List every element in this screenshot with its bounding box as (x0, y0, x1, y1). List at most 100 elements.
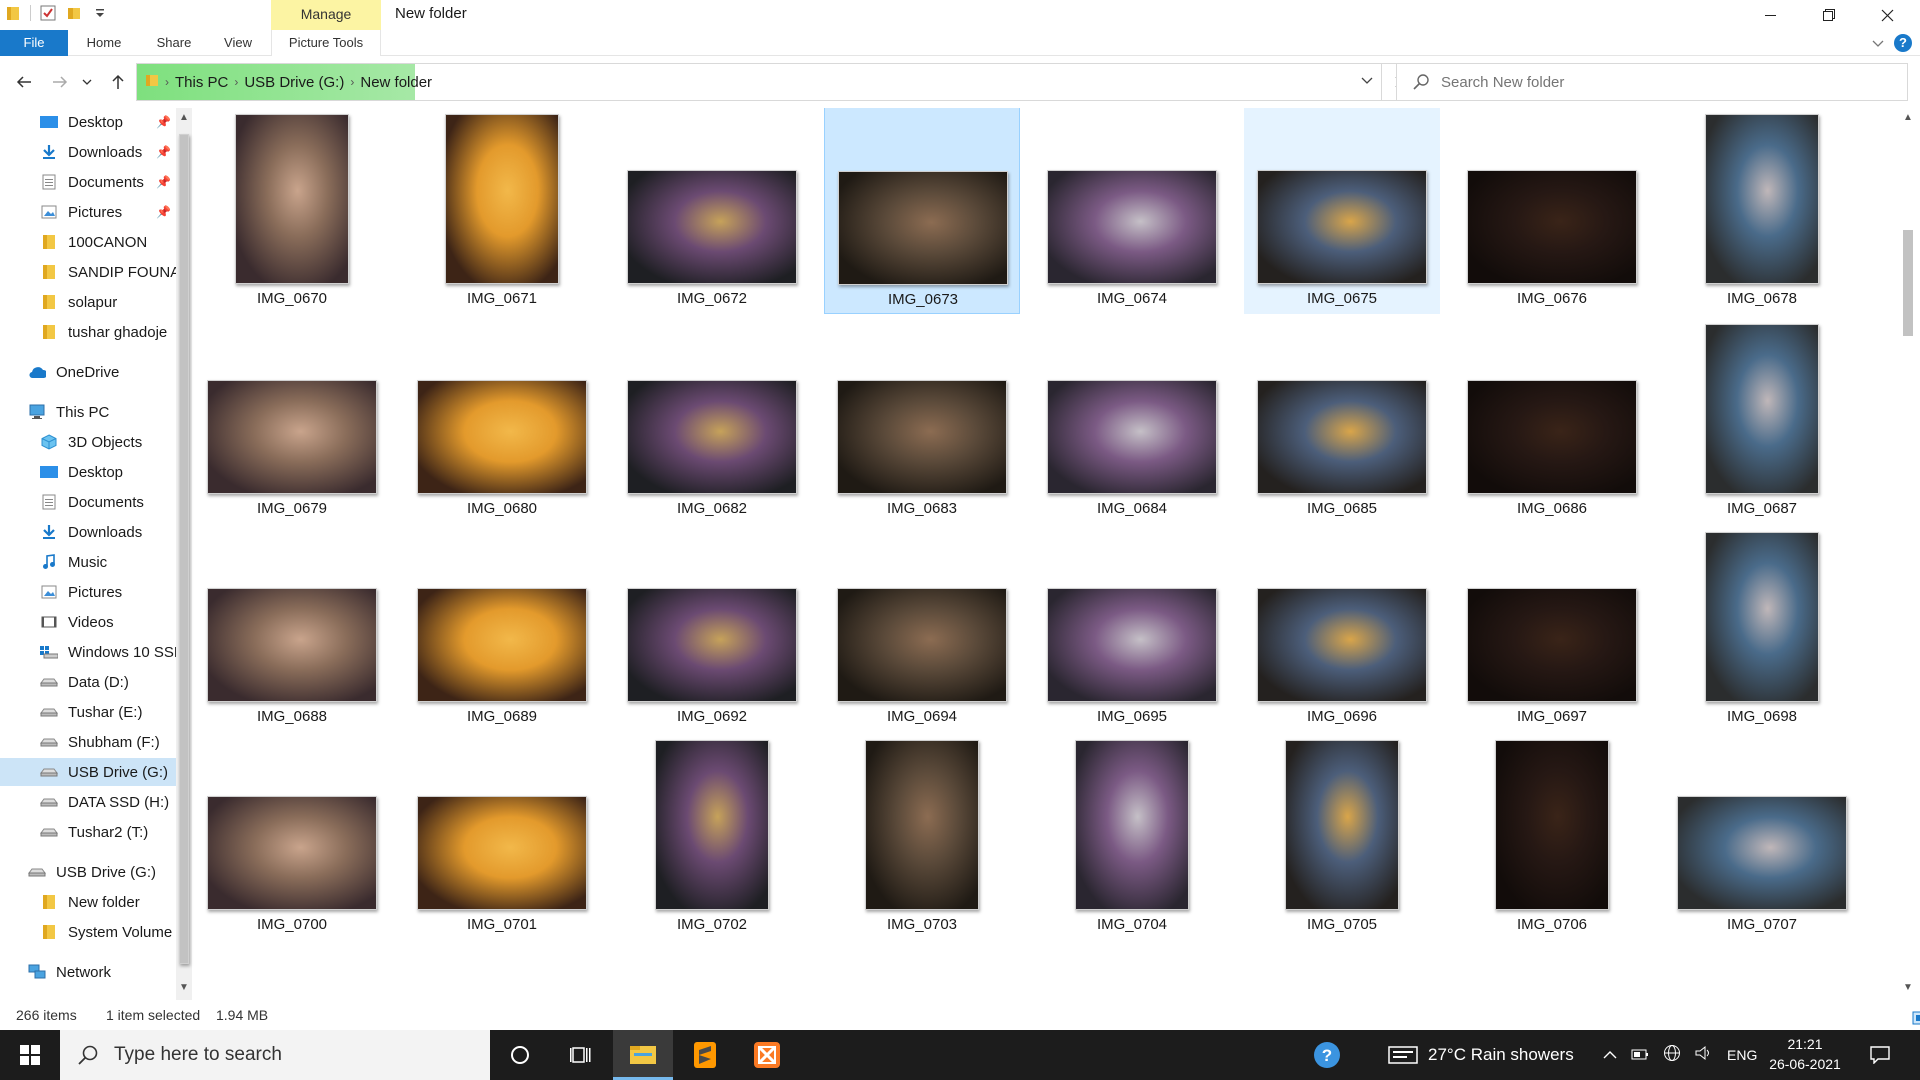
scrollbar-thumb[interactable] (179, 134, 189, 964)
file-item[interactable]: IMG_0675 (1244, 108, 1440, 314)
sidebar-item-tushar-e[interactable]: Tushar (E:) (0, 698, 178, 726)
scroll-down-icon[interactable]: ▼ (176, 982, 192, 993)
recent-locations-button[interactable] (78, 68, 96, 96)
content-scrollbar[interactable]: ▲ ▼ (1898, 108, 1918, 1000)
sidebar-item-3d-objects[interactable]: 3D Objects (0, 428, 178, 456)
file-item[interactable]: IMG_0704 (1034, 732, 1230, 940)
file-item[interactable]: IMG_0672 (614, 108, 810, 314)
file-explorer-taskbar-button[interactable] (613, 1030, 673, 1080)
volume-icon[interactable] (1695, 1045, 1713, 1066)
sidebar-item-documents[interactable]: Documents (0, 488, 178, 516)
file-item[interactable]: IMG_0670 (194, 108, 390, 314)
help-icon[interactable]: ? (1894, 34, 1912, 52)
tab-picture-tools[interactable]: Picture Tools (271, 30, 381, 56)
sidebar-item-sandip-founai[interactable]: SANDIP FOUNAI (0, 258, 178, 286)
breadcrumb-this-pc[interactable]: This PC (175, 74, 228, 91)
search-input[interactable] (1441, 73, 1881, 91)
expand-ribbon-icon[interactable] (1872, 35, 1884, 52)
new-folder-icon[interactable] (65, 4, 83, 22)
scrollbar-thumb[interactable] (1903, 230, 1913, 336)
sidebar-item-shubham-f[interactable]: Shubham (F:) (0, 728, 178, 756)
file-item[interactable]: IMG_0682 (614, 316, 810, 524)
sidebar-item-tushar-ghadoje[interactable]: tushar ghadoje (0, 318, 178, 346)
file-item[interactable]: IMG_0676 (1454, 108, 1650, 314)
sidebar-item-100canon[interactable]: 100CANON (0, 228, 178, 256)
file-item[interactable]: IMG_0671 (404, 108, 600, 314)
sidebar-item-usb-drive-g[interactable]: USB Drive (G:) (0, 858, 178, 886)
file-item[interactable]: IMG_0683 (824, 316, 1020, 524)
sidebar-item-data-d[interactable]: Data (D:) (0, 668, 178, 696)
file-item[interactable]: IMG_0684 (1034, 316, 1230, 524)
file-item[interactable]: IMG_0680 (404, 316, 600, 524)
file-item[interactable]: IMG_0707 (1664, 732, 1860, 940)
address-dropdown[interactable] (1361, 72, 1373, 88)
search-box[interactable] (1396, 63, 1908, 101)
task-view-button[interactable] (550, 1030, 610, 1080)
chevron-right-icon[interactable]: › (350, 75, 354, 89)
file-item[interactable]: IMG_0694 (824, 524, 1020, 732)
notifications-button[interactable] (1850, 1030, 1910, 1080)
sidebar-item-onedrive[interactable]: OneDrive (0, 358, 178, 386)
sidebar-item-pictures[interactable]: Pictures 📌 (0, 198, 178, 226)
file-item[interactable]: IMG_0678 (1664, 108, 1860, 314)
sidebar-item-system-volume-i[interactable]: System Volume I (0, 918, 178, 946)
sidebar-item-music[interactable]: Music (0, 548, 178, 576)
file-item[interactable]: IMG_0685 (1244, 316, 1440, 524)
language-indicator[interactable]: ENG (1727, 1047, 1757, 1063)
file-item[interactable]: IMG_0700 (194, 732, 390, 940)
clock[interactable]: 21:21 26-06-2021 (1755, 1034, 1855, 1074)
sidebar-item-new-folder[interactable]: New folder (0, 888, 178, 916)
sidebar-item-desktop[interactable]: Desktop 📌 (0, 108, 178, 136)
large-icons-view-icon[interactable] (1912, 1011, 1920, 1028)
breadcrumb-new-folder[interactable]: New folder (360, 74, 432, 91)
battery-icon[interactable] (1631, 1045, 1649, 1065)
sublime-text-taskbar-button[interactable] (675, 1030, 735, 1080)
sidebar-item-usb-drive-g[interactable]: USB Drive (G:) (0, 758, 178, 786)
file-item[interactable]: IMG_0688 (194, 524, 390, 732)
chevron-right-icon[interactable]: › (234, 75, 238, 89)
file-item[interactable]: IMG_0705 (1244, 732, 1440, 940)
breadcrumb-usb-drive[interactable]: USB Drive (G:) (244, 74, 344, 91)
tab-share[interactable]: Share (146, 30, 202, 56)
show-hidden-icons-icon[interactable] (1603, 1045, 1617, 1065)
minimize-button[interactable] (1742, 0, 1800, 30)
file-item[interactable]: IMG_0698 (1664, 524, 1860, 732)
customize-toolbar-icon[interactable] (91, 4, 109, 22)
network-globe-icon[interactable] (1663, 1044, 1681, 1067)
sidebar-item-data-ssd-h[interactable]: DATA SSD (H:) (0, 788, 178, 816)
file-item[interactable]: IMG_0679 (194, 316, 390, 524)
weather-info[interactable]: 27°C Rain showers (1388, 1030, 1574, 1080)
file-item[interactable]: IMG_0701 (404, 732, 600, 940)
forward-button[interactable] (46, 68, 74, 96)
file-item[interactable]: IMG_0702 (614, 732, 810, 940)
up-button[interactable] (104, 68, 132, 96)
scroll-up-icon[interactable]: ▲ (1898, 112, 1918, 123)
sidebar-item-downloads[interactable]: Downloads 📌 (0, 138, 178, 166)
cortana-button[interactable] (490, 1030, 550, 1080)
file-item[interactable]: IMG_0706 (1454, 732, 1650, 940)
file-item[interactable]: IMG_0689 (404, 524, 600, 732)
sidebar-item-documents[interactable]: Documents 📌 (0, 168, 178, 196)
file-item[interactable]: IMG_0696 (1244, 524, 1440, 732)
file-item[interactable]: IMG_0674 (1034, 108, 1230, 314)
restore-button[interactable] (1800, 0, 1858, 30)
address-bar[interactable]: › This PC › USB Drive (G:) › New folder (136, 63, 1382, 101)
chevron-right-icon[interactable]: › (165, 75, 169, 89)
file-item[interactable]: IMG_0703 (824, 732, 1020, 940)
file-item[interactable]: IMG_0692 (614, 524, 810, 732)
properties-icon[interactable] (39, 4, 57, 22)
manage-tab[interactable]: Manage (271, 0, 381, 30)
sidebar-item-windows-10-ssd[interactable]: Windows 10 SSD (0, 638, 178, 666)
tab-view[interactable]: View (212, 30, 264, 56)
tab-home[interactable]: Home (76, 30, 132, 56)
sidebar-item-this-pc[interactable]: This PC (0, 398, 178, 426)
sidebar-item-downloads[interactable]: Downloads (0, 518, 178, 546)
scroll-up-icon[interactable]: ▲ (176, 112, 192, 123)
sidebar-item-tushar2-t[interactable]: Tushar2 (T:) (0, 818, 178, 846)
sidebar-item-videos[interactable]: Videos (0, 608, 178, 636)
tab-file[interactable]: File (0, 30, 68, 56)
xampp-taskbar-button[interactable] (737, 1030, 797, 1080)
back-button[interactable] (10, 68, 38, 96)
navigation-scrollbar[interactable]: ▲ ▼ (176, 108, 192, 1000)
file-item[interactable]: IMG_0686 (1454, 316, 1650, 524)
